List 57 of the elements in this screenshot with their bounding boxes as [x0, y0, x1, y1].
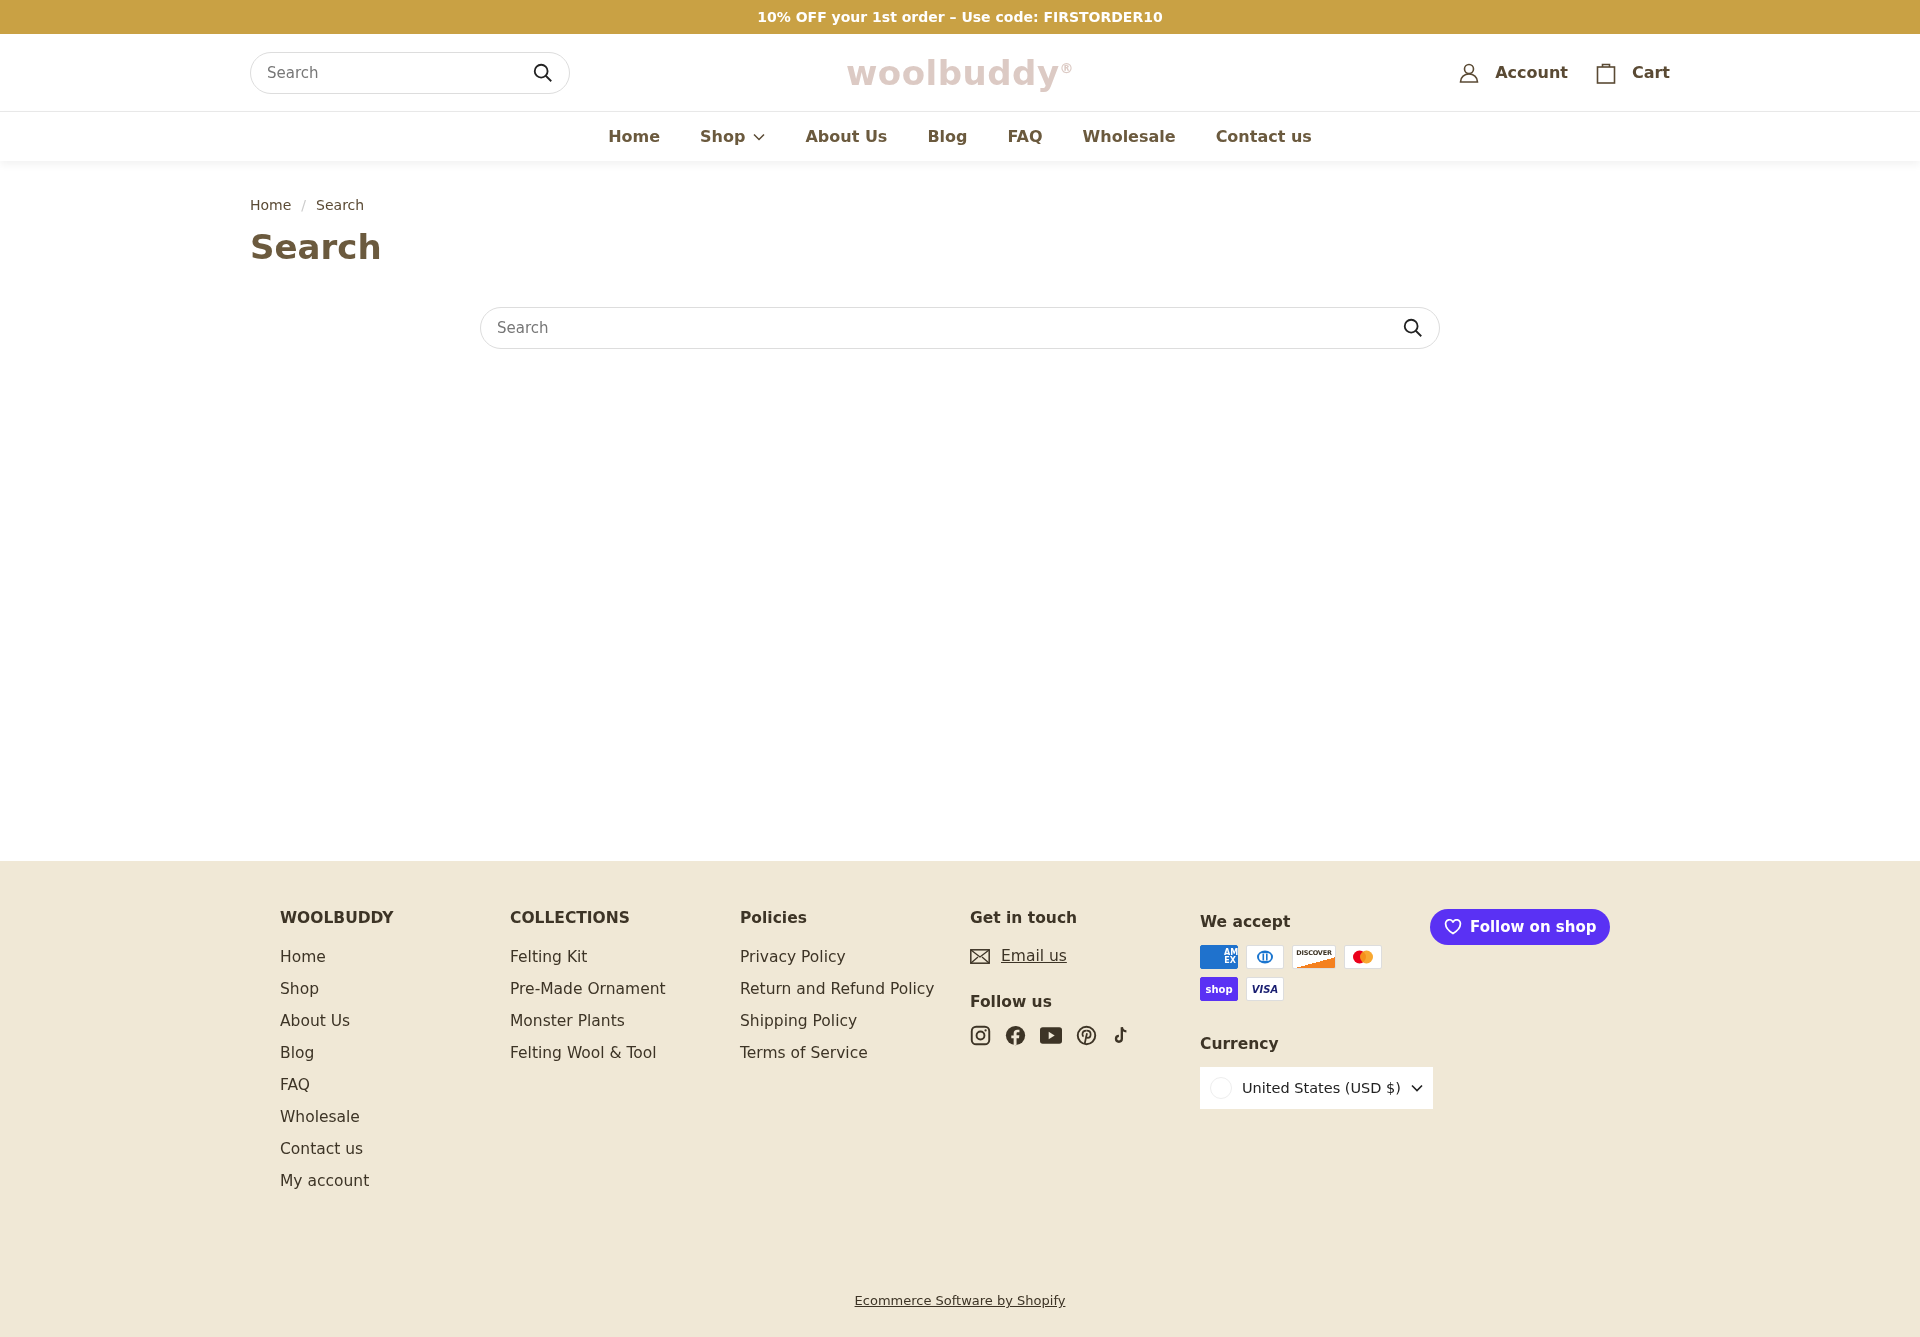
- search-icon[interactable]: [1402, 317, 1424, 339]
- cart-link[interactable]: Cart: [1593, 60, 1670, 85]
- breadcrumb-separator: /: [301, 197, 307, 213]
- follow-button[interactable]: Follow on shop: [1430, 909, 1611, 945]
- footer-link[interactable]: Terms of Service: [740, 1037, 868, 1069]
- footer-heading: WOOLBUDDY: [280, 909, 394, 927]
- footer-link[interactable]: Felting Kit: [510, 941, 588, 973]
- footer-link[interactable]: Shop: [280, 973, 319, 1005]
- mail-icon: [970, 948, 990, 964]
- page-title: Search: [250, 227, 383, 267]
- nav-link[interactable]: Contact us: [1198, 127, 1329, 146]
- footer-link[interactable]: FAQ: [280, 1069, 311, 1101]
- currency-select[interactable]: United States (USD $): [1200, 1067, 1433, 1109]
- youtube-icon[interactable]: [1040, 1027, 1062, 1044]
- shop-pay-icon: shop: [1200, 977, 1238, 1001]
- footer-heading: Policies: [740, 909, 807, 927]
- footer-link[interactable]: Blog: [280, 1037, 315, 1069]
- footer-link[interactable]: My account: [280, 1165, 370, 1197]
- visa-card-icon: VISA: [1246, 977, 1284, 1001]
- heart-icon: [1444, 919, 1462, 935]
- nav-link[interactable]: Blog: [910, 127, 985, 146]
- footer-link[interactable]: Home: [280, 941, 326, 973]
- footer-heading: COLLECTIONS: [510, 909, 630, 927]
- nav-link[interactable]: Shop: [683, 127, 783, 146]
- footer-heading: Get in touch: [970, 909, 1078, 927]
- footer-heading: Currency: [1200, 1035, 1279, 1053]
- account-link[interactable]: Account: [1457, 60, 1568, 85]
- nav-link[interactable]: FAQ: [990, 127, 1060, 146]
- email-link[interactable]: Email us: [1001, 947, 1067, 965]
- footer-link[interactable]: Pre-Made Ornament: [510, 973, 666, 1005]
- search-icon[interactable]: [532, 61, 554, 84]
- footer-link[interactable]: Felting Wool & Tool: [510, 1037, 657, 1069]
- amex-card-icon: AM EX: [1200, 945, 1238, 969]
- footer-link[interactable]: Wholesale: [280, 1101, 360, 1133]
- mastercard-icon: [1344, 945, 1382, 969]
- footer-link[interactable]: Privacy Policy: [740, 941, 846, 973]
- footer-link[interactable]: Return and Refund Policy: [740, 973, 935, 1005]
- pinterest-icon[interactable]: [1076, 1025, 1097, 1046]
- footer-heading: Follow us: [970, 993, 1052, 1011]
- announcement-text: 10% OFF your 1st order – Use code: FIRSTORDER10: [757, 9, 1163, 25]
- footer-link[interactable]: Contact us: [280, 1133, 364, 1165]
- diners-card-icon: [1246, 945, 1284, 969]
- nav-link[interactable]: Home: [591, 127, 678, 146]
- instagram-icon[interactable]: [970, 1025, 991, 1046]
- credit-link[interactable]: Ecommerce Software by Shopify: [854, 1293, 1066, 1308]
- search-field[interactable]: Search: [250, 51, 570, 94]
- breadcrumb-link[interactable]: Home: [250, 197, 292, 213]
- nav-link[interactable]: About Us: [788, 127, 905, 146]
- footer-link[interactable]: Monster Plants: [510, 1005, 625, 1037]
- footer-heading: We accept: [1200, 913, 1291, 931]
- facebook-icon[interactable]: [1005, 1025, 1026, 1046]
- breadcrumb-link[interactable]: Search: [316, 197, 365, 213]
- search-field[interactable]: Search: [480, 307, 1440, 349]
- footer-link[interactable]: About Us: [280, 1005, 351, 1037]
- chevron-down-icon: [1410, 1084, 1423, 1092]
- footer-link[interactable]: Shipping Policy: [740, 1005, 858, 1037]
- nav-link[interactable]: Wholesale: [1065, 127, 1193, 146]
